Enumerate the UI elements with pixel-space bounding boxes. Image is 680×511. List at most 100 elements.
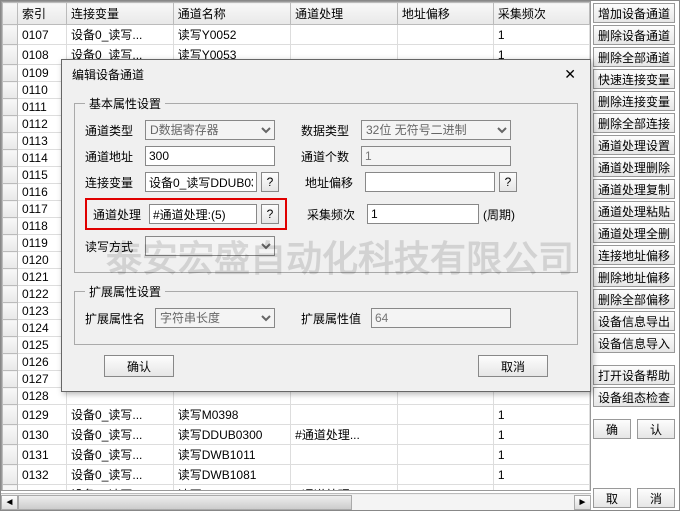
select-extname[interactable]: 字符串长度 <box>155 308 275 328</box>
row-selector[interactable] <box>3 45 18 65</box>
row-selector[interactable] <box>3 150 18 167</box>
bottom-cancel-2[interactable]: 消 <box>637 488 675 508</box>
cell-idx[interactable]: 0113 <box>17 133 66 150</box>
side-button[interactable]: 删除全部连接 <box>593 113 675 133</box>
cell-var[interactable]: 设备0_读写... <box>67 405 174 425</box>
cell-idx[interactable]: 0132 <box>17 465 66 485</box>
cell-name[interactable]: 读写Y0052 <box>173 25 290 45</box>
cell-idx[interactable]: 0118 <box>17 218 66 235</box>
row-selector[interactable] <box>3 465 18 485</box>
side-button[interactable]: 通道处理粘贴 <box>593 201 675 221</box>
col-header[interactable]: 通道处理 <box>291 3 398 25</box>
cell-offset[interactable] <box>397 485 493 492</box>
side-button[interactable]: 连接地址偏移 <box>593 245 675 265</box>
row-selector[interactable] <box>3 388 18 405</box>
cell-proc[interactable] <box>291 445 398 465</box>
side-button[interactable]: 删除全部通道 <box>593 47 675 67</box>
cell-idx[interactable]: 0130 <box>17 425 66 445</box>
cell-idx[interactable]: 0121 <box>17 269 66 286</box>
cell-idx[interactable]: 0119 <box>17 235 66 252</box>
row-selector[interactable] <box>3 218 18 235</box>
cell-var[interactable]: 设备0_读写... <box>67 425 174 445</box>
side-button[interactable]: 通道处理删除 <box>593 157 675 177</box>
linkvar-help-button[interactable]: ? <box>261 172 279 192</box>
cell-idx[interactable]: 0115 <box>17 167 66 184</box>
table-row[interactable]: 0131设备0_读写...读写DWB10111 <box>3 445 590 465</box>
proc-help-button[interactable]: ? <box>261 204 279 224</box>
side-confirm-button[interactable]: 认 <box>637 419 675 439</box>
cell-idx[interactable]: 0131 <box>17 445 66 465</box>
side-button[interactable]: 删除连接变量 <box>593 91 675 111</box>
side-button[interactable]: 通道处理设置 <box>593 135 675 155</box>
cell-proc[interactable] <box>291 405 398 425</box>
row-selector[interactable] <box>3 116 18 133</box>
cell-name[interactable]: 读写DWB1086 <box>173 485 290 492</box>
select-chtype[interactable]: D数据寄存器 <box>145 120 275 140</box>
input-freq[interactable] <box>367 204 479 224</box>
cell-var[interactable]: 设备0_读写... <box>67 485 174 492</box>
cell-idx[interactable]: 0117 <box>17 201 66 218</box>
cell-var[interactable]: 设备0_读写... <box>67 25 174 45</box>
side-button[interactable]: 通道处理全删 <box>593 223 675 243</box>
table-row[interactable]: 0130设备0_读写...读写DDUB0300#通道处理...1 <box>3 425 590 445</box>
side-button[interactable]: 删除地址偏移 <box>593 267 675 287</box>
table-row[interactable]: 0129设备0_读写...读写M03981 <box>3 405 590 425</box>
side-button[interactable]: 快速连接变量 <box>593 69 675 89</box>
cell-idx[interactable]: 0126 <box>17 354 66 371</box>
cell-idx[interactable]: 0110 <box>17 82 66 99</box>
close-icon[interactable]: ✕ <box>560 66 580 83</box>
row-selector[interactable] <box>3 65 18 82</box>
table-row[interactable]: 0133设备0_读写...读写DWB1086#通道处理...1 <box>3 485 590 492</box>
row-selector[interactable] <box>3 269 18 286</box>
input-linkvar[interactable] <box>145 172 257 192</box>
row-selector[interactable] <box>3 252 18 269</box>
side-button[interactable]: 删除设备通道 <box>593 25 675 45</box>
table-row[interactable]: 0107设备0_读写...读写Y00521 <box>3 25 590 45</box>
cell-proc[interactable]: #通道处理... <box>291 425 398 445</box>
cell-idx[interactable]: 0128 <box>17 388 66 405</box>
cell-idx[interactable]: 0125 <box>17 337 66 354</box>
row-selector[interactable] <box>3 485 18 492</box>
scroll-right-button[interactable]: ► <box>574 495 591 510</box>
side-button[interactable]: 设备组态检查 <box>593 387 675 407</box>
row-selector[interactable] <box>3 25 18 45</box>
input-offset[interactable] <box>365 172 495 192</box>
ok-button[interactable]: 确认 <box>104 355 174 377</box>
cell-idx[interactable]: 0116 <box>17 184 66 201</box>
cell-name[interactable]: 读写DWB1081 <box>173 465 290 485</box>
table-row[interactable]: 0132设备0_读写...读写DWB10811 <box>3 465 590 485</box>
side-button[interactable]: 设备信息导入 <box>593 333 675 353</box>
side-button[interactable]: 设备信息导出 <box>593 311 675 331</box>
cancel-button[interactable]: 取消 <box>478 355 548 377</box>
cell-idx[interactable]: 0111 <box>17 99 66 116</box>
horizontal-scrollbar[interactable]: ◄ ► <box>1 493 591 510</box>
row-selector[interactable] <box>3 286 18 303</box>
offset-help-button[interactable]: ? <box>499 172 517 192</box>
col-header[interactable]: 采集频次 <box>493 3 589 25</box>
cell-idx[interactable]: 0114 <box>17 150 66 167</box>
cell-idx[interactable]: 0109 <box>17 65 66 82</box>
row-selector[interactable] <box>3 82 18 99</box>
cell-idx[interactable]: 0120 <box>17 252 66 269</box>
cell-offset[interactable] <box>397 445 493 465</box>
scroll-left-button[interactable]: ◄ <box>1 495 18 510</box>
cell-offset[interactable] <box>397 465 493 485</box>
cell-offset[interactable] <box>397 425 493 445</box>
row-selector[interactable] <box>3 133 18 150</box>
row-selector[interactable] <box>3 337 18 354</box>
cell-idx[interactable]: 0122 <box>17 286 66 303</box>
cell-idx[interactable]: 0124 <box>17 320 66 337</box>
scroll-track[interactable] <box>18 495 574 510</box>
cell-idx[interactable]: 0108 <box>17 45 66 65</box>
row-selector[interactable] <box>3 445 18 465</box>
row-selector[interactable] <box>3 99 18 116</box>
cell-proc[interactable] <box>291 465 398 485</box>
select-rwmode[interactable] <box>145 236 275 256</box>
col-header[interactable]: 通道名称 <box>173 3 290 25</box>
row-selector[interactable] <box>3 354 18 371</box>
cell-freq[interactable]: 1 <box>493 405 589 425</box>
cell-freq[interactable]: 1 <box>493 25 589 45</box>
row-selector[interactable] <box>3 320 18 337</box>
row-selector[interactable] <box>3 303 18 320</box>
row-selector[interactable] <box>3 425 18 445</box>
